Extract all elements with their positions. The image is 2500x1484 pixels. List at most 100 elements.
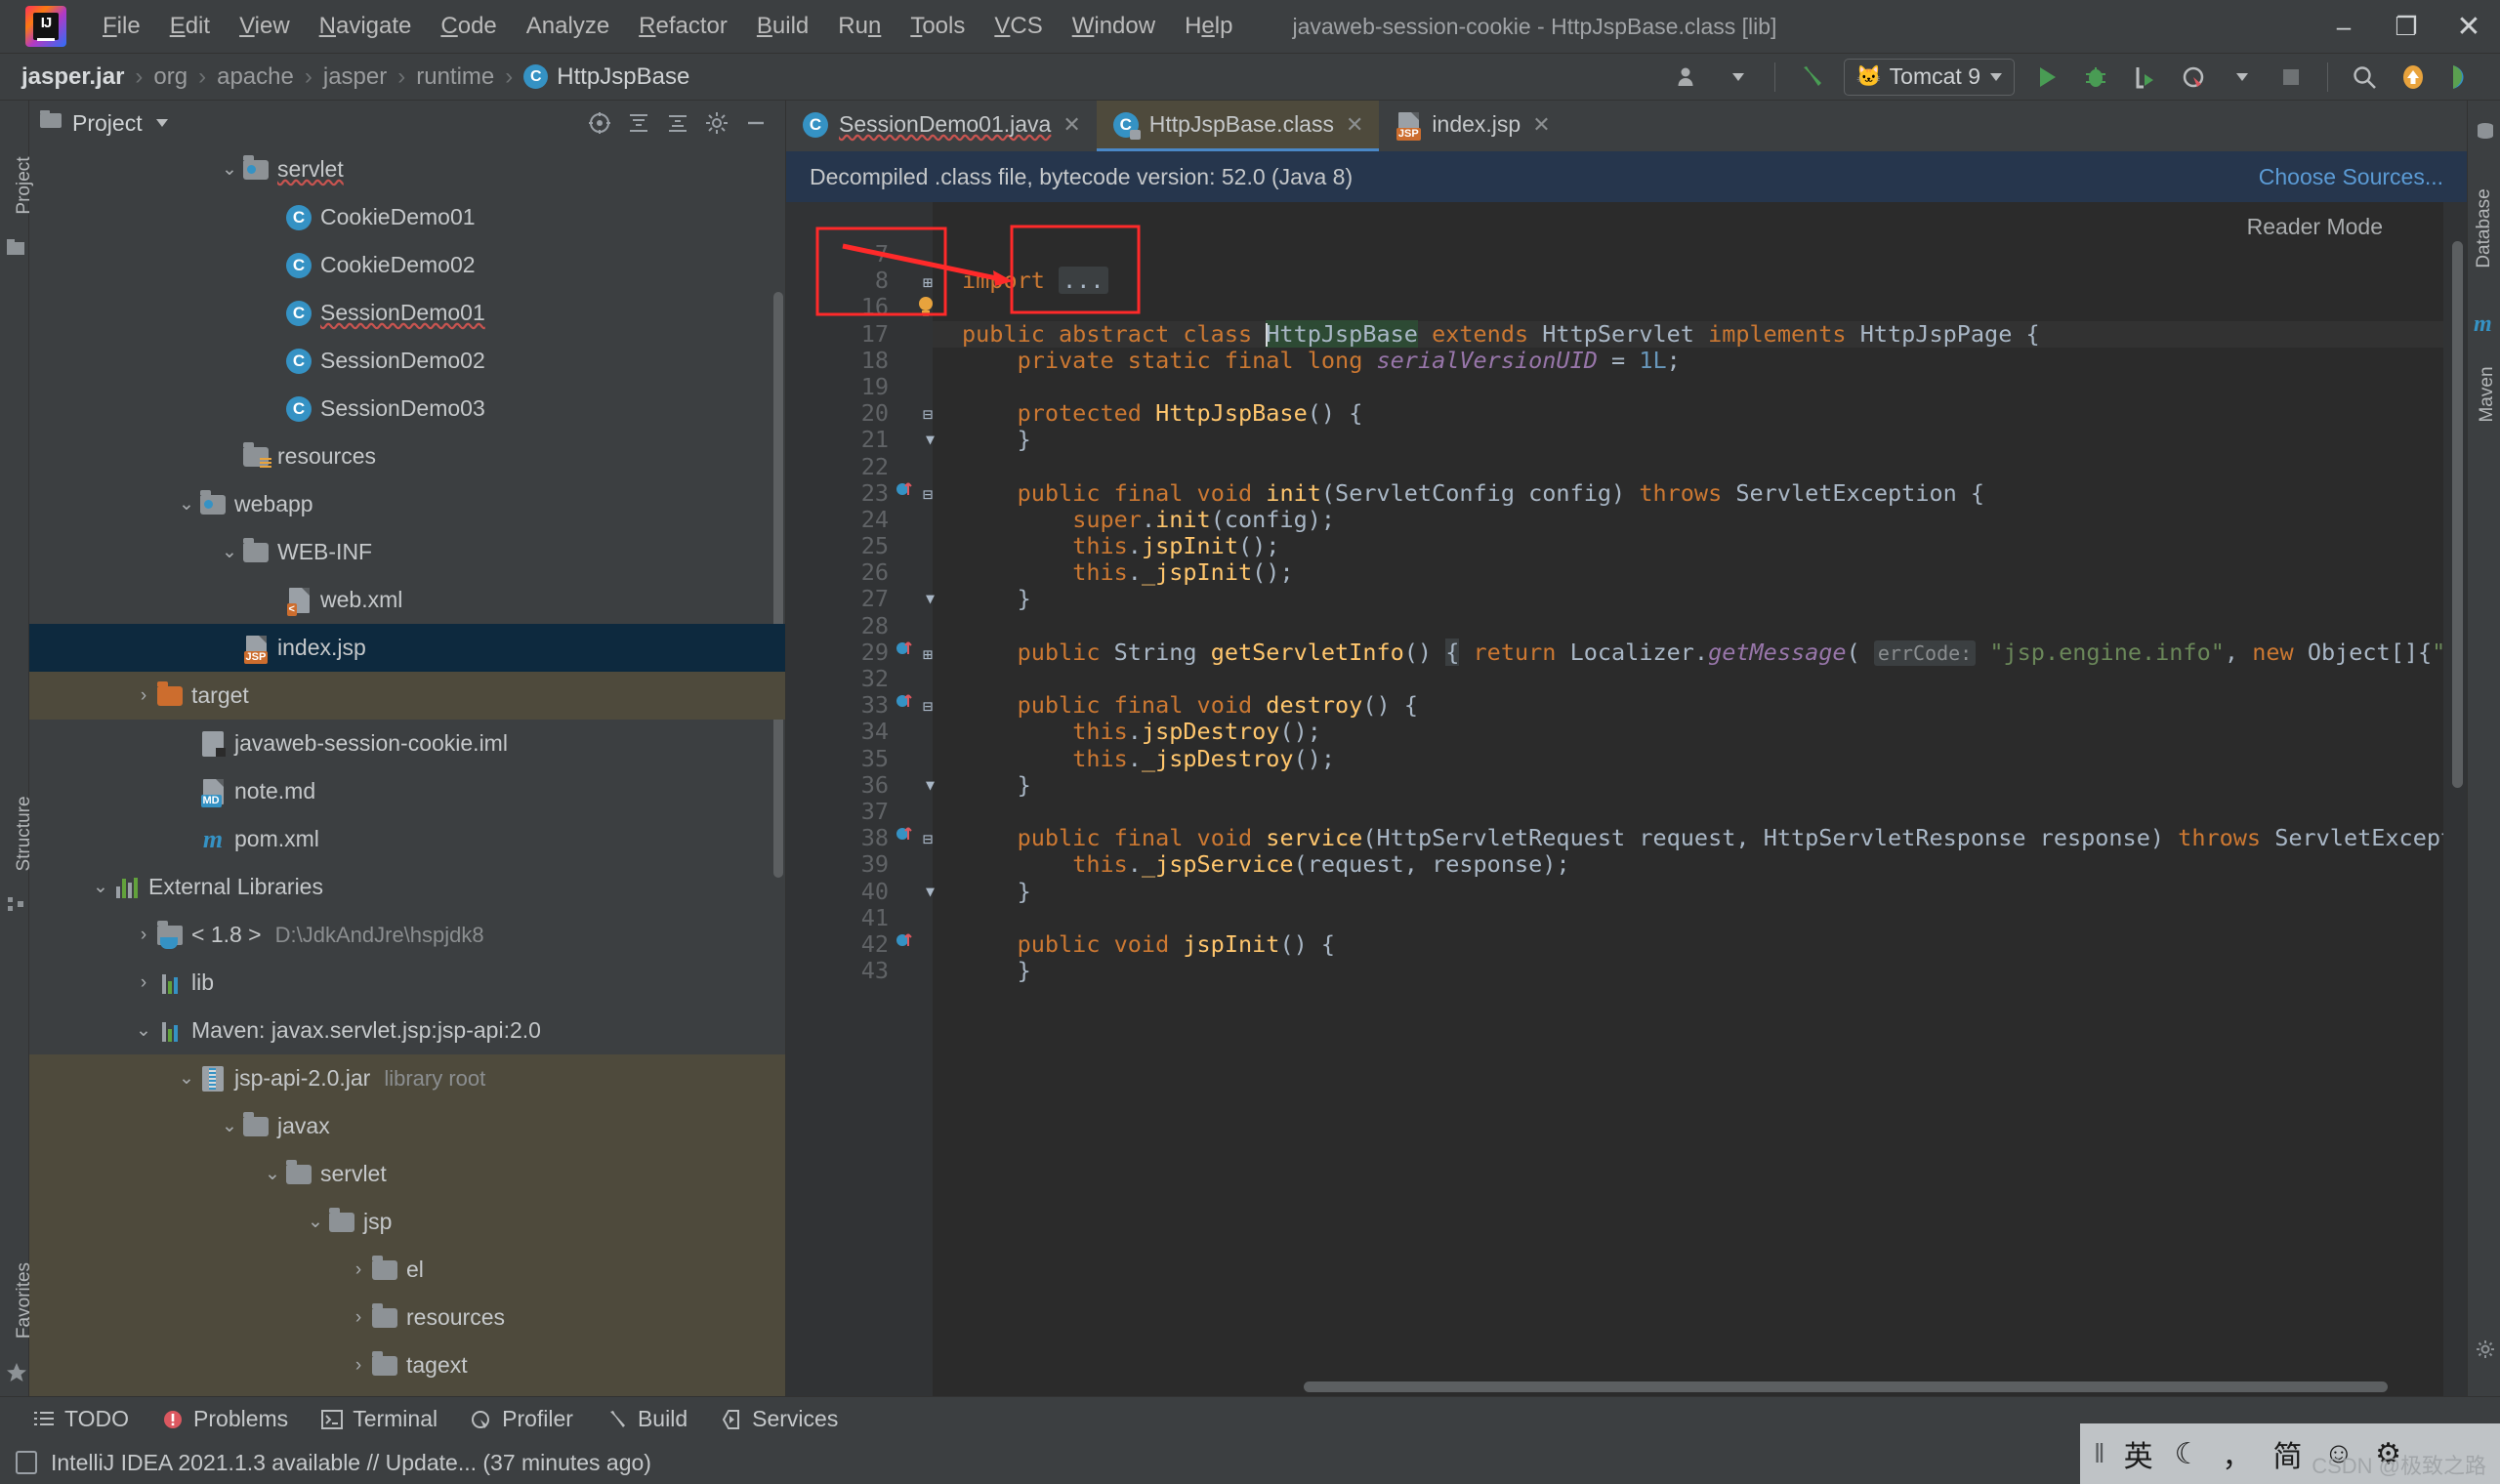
tree-item-sessiondemo02[interactable]: C SessionDemo02 — [29, 337, 785, 385]
code-line-43[interactable]: 43 } — [786, 957, 2467, 984]
breadcrumb-item-4[interactable]: runtime — [416, 63, 494, 91]
menu-item-tools[interactable]: Tools — [896, 13, 979, 40]
ime-simplified-toggle[interactable]: 简 — [2272, 1432, 2302, 1475]
tree-item-cookiedemo01[interactable]: C CookieDemo01 — [29, 193, 785, 241]
ime-punctuation-icon[interactable]: ， — [2222, 1432, 2251, 1475]
code-line-40[interactable]: 40 ▼ } — [786, 878, 2467, 905]
code-line-29[interactable]: 29 ⊞ public String getServletInfo() { ret… — [786, 638, 2467, 666]
code-line-26[interactable]: 26 this._jspInit(); — [786, 559, 2467, 586]
code-line-34[interactable]: 34 this.jspDestroy(); — [786, 719, 2467, 745]
tree-item-resources[interactable]: › resources — [29, 1294, 785, 1341]
tree-item-external-libraries[interactable]: ⌄ External Libraries — [29, 863, 785, 911]
chevron-down-icon[interactable]: ⌄ — [131, 1019, 156, 1042]
tool-window-services[interactable]: Services — [721, 1406, 838, 1432]
stop-button[interactable] — [2270, 58, 2312, 97]
chevron-down-icon[interactable] — [1717, 58, 1760, 97]
search-icon[interactable] — [2343, 58, 2386, 97]
code-line-7[interactable]: 7 — [786, 240, 2467, 268]
tree-item-cookiedemo02[interactable]: C CookieDemo02 — [29, 241, 785, 289]
code-line-17[interactable]: 17 public abstract class HttpJspBase exte… — [786, 319, 2467, 348]
code-line-35[interactable]: 35 this._jspDestroy(); — [786, 745, 2467, 772]
tool-window-problems[interactable]: Problems — [162, 1406, 288, 1432]
minimize-button[interactable]: – — [2312, 0, 2375, 54]
profile-button[interactable] — [2172, 58, 2215, 97]
chevron-right-icon[interactable]: › — [131, 685, 156, 707]
code-line-33[interactable]: 33 ⊟ public final void destroy() { — [786, 691, 2467, 719]
chevron-right-icon[interactable]: › — [131, 925, 156, 946]
choose-sources-link[interactable]: Choose Sources... — [2259, 164, 2443, 190]
tree-item-pom-xml[interactable]: m pom.xml — [29, 815, 785, 863]
close-icon[interactable]: ✕ — [1346, 112, 1363, 138]
menu-item-build[interactable]: Build — [742, 13, 823, 40]
tree-item-webapp[interactable]: ⌄ webapp — [29, 480, 785, 528]
status-message[interactable]: IntelliJ IDEA 2021.1.3 available // Upda… — [51, 1450, 651, 1476]
code-line-21[interactable]: 21 ▼ } — [786, 427, 2467, 453]
run-button[interactable] — [2025, 58, 2068, 97]
menu-item-file[interactable]: File — [88, 13, 155, 40]
close-icon[interactable]: ✕ — [1532, 112, 1550, 138]
close-icon[interactable]: ✕ — [1062, 112, 1080, 138]
code-line-42[interactable]: 42 public void jspInit() { — [786, 930, 2467, 958]
code-line-23[interactable]: 23 ⊟ public final void init(ServletConfig… — [786, 479, 2467, 507]
menu-item-help[interactable]: Help — [1170, 13, 1247, 40]
gear-icon[interactable] — [2476, 1339, 2495, 1358]
tool-window-profiler[interactable]: Profiler — [471, 1406, 573, 1432]
tree-item-jsp[interactable]: ⌄ jsp — [29, 1198, 785, 1246]
tool-window-todo[interactable]: TODO — [33, 1406, 129, 1432]
editor-vertical-scrollbar[interactable] — [2452, 241, 2463, 788]
tree-item-errordata[interactable]: CErrorData — [29, 1389, 785, 1396]
tree-item-resources[interactable]: resources — [29, 433, 785, 480]
tree-item-javaweb-session-cookie-iml[interactable]: javaweb-session-cookie.iml — [29, 720, 785, 767]
breadcrumb-item-3[interactable]: jasper — [323, 63, 387, 91]
breadcrumb-item-1[interactable]: org — [153, 63, 188, 91]
chevron-down-icon[interactable]: ⌄ — [174, 493, 199, 515]
code-line-20[interactable]: 20 ⊟ protected HttpJspBase() { — [786, 399, 2467, 427]
chevron-right-icon[interactable]: › — [131, 972, 156, 994]
tree-item-sessiondemo01[interactable]: C SessionDemo01 — [29, 289, 785, 337]
tree-item-jsp-api-2-0-jar[interactable]: ⌄ jsp-api-2.0.jar library root — [29, 1054, 785, 1102]
code-line-22[interactable]: 22 — [786, 453, 2467, 480]
select-opened-file-icon[interactable] — [580, 105, 619, 141]
project-tree[interactable]: ⌄ servlet C CookieDemo01 C CookieDemo02 C Se… — [29, 145, 785, 1396]
editor-tab-httpjspbase-class[interactable]: C HttpJspBase.class ✕ — [1096, 101, 1380, 151]
strip-label-database[interactable]: Database — [2474, 182, 2495, 275]
code-line-38[interactable]: 38 ⊟ public final void service(HttpServle… — [786, 824, 2467, 851]
maximize-button[interactable]: ❐ — [2375, 0, 2438, 54]
ime-grip-handle[interactable]: ‖ — [2094, 1438, 2104, 1469]
collapse-all-icon[interactable] — [658, 105, 697, 141]
tree-item-tagext[interactable]: › tagext — [29, 1341, 785, 1389]
chevron-down-icon[interactable]: ⌄ — [217, 1115, 242, 1137]
code-line-36[interactable]: 36 ▼ } — [786, 771, 2467, 799]
breadcrumb-item-0[interactable]: jasper.jar — [21, 63, 124, 91]
tree-item-index-jsp[interactable]: JSP index.jsp — [29, 624, 785, 672]
menu-item-analyze[interactable]: Analyze — [512, 13, 624, 40]
tree-item-web-xml[interactable]: < web.xml — [29, 576, 785, 624]
close-button[interactable]: ✕ — [2438, 0, 2500, 54]
tree-item-servlet[interactable]: ⌄ servlet — [29, 1150, 785, 1198]
update-icon[interactable] — [2392, 58, 2435, 97]
tool-window-build[interactable]: Build — [606, 1406, 688, 1432]
editor-horizontal-scrollbar[interactable] — [1304, 1381, 2388, 1392]
code-line-8[interactable]: 8 ⊞ import ... — [786, 267, 2467, 295]
menu-item-code[interactable]: Code — [426, 13, 511, 40]
chevron-down-icon[interactable]: ⌄ — [174, 1067, 199, 1090]
chevron-down-icon[interactable]: ⌄ — [217, 541, 242, 563]
code-line-24[interactable]: 24 super.init(config); — [786, 506, 2467, 533]
run-configuration-selector[interactable]: 🐱 Tomcat 9 — [1843, 58, 2015, 96]
debug-button[interactable] — [2074, 58, 2117, 97]
tree-item-maven-javax-servlet-jsp-jsp-api-2-0[interactable]: ⌄ Maven: javax.servlet.jsp:jsp-api:2.0 — [29, 1007, 785, 1054]
chevron-down-icon[interactable]: ⌄ — [260, 1163, 285, 1185]
gear-icon[interactable] — [697, 105, 736, 141]
chevron-right-icon[interactable]: › — [346, 1307, 371, 1329]
code-editor[interactable]: Reader Mode 7 8 ⊞ import ... 16 17 public abst… — [786, 202, 2467, 1396]
tool-window-terminal[interactable]: Terminal — [321, 1406, 438, 1432]
status-notification-icon[interactable] — [16, 1451, 37, 1474]
tree-item-servlet[interactable]: ⌄ servlet — [29, 145, 785, 193]
menu-item-refactor[interactable]: Refactor — [624, 13, 742, 40]
hammer-icon[interactable] — [1790, 58, 1833, 97]
code-line-28[interactable]: 28 — [786, 612, 2467, 639]
menu-item-edit[interactable]: Edit — [155, 13, 225, 40]
chevron-down-icon[interactable]: ⌄ — [88, 876, 113, 898]
code-line-32[interactable]: 32 — [786, 665, 2467, 692]
code-line-39[interactable]: 39 this._jspService(request, response); — [786, 851, 2467, 878]
